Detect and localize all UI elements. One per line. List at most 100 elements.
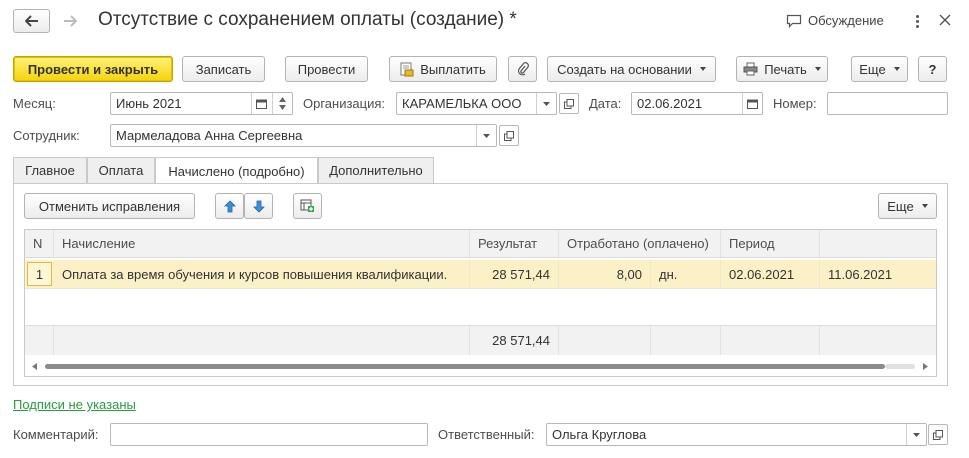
month-label: Месяц:: [13, 96, 56, 111]
stepper-down-icon: [279, 105, 286, 110]
pay-label: Выплатить: [420, 61, 486, 77]
accrual-cell[interactable]: Оплата за время обучения и курсов повыше…: [54, 260, 470, 288]
month-stepper[interactable]: [272, 93, 292, 114]
column-header-period-end[interactable]: [820, 230, 936, 257]
footer-worked-cell: [559, 326, 651, 355]
attach-button[interactable]: [508, 56, 537, 82]
scrollbar-thumb[interactable]: [45, 364, 885, 369]
menu-dots-icon[interactable]: [912, 12, 922, 30]
forward-button[interactable]: [52, 9, 88, 33]
month-field[interactable]: Июнь 2021: [110, 92, 293, 115]
create-based-on-button[interactable]: Создать на основании: [547, 56, 716, 82]
responsible-label: Ответственный:: [438, 427, 535, 442]
discussion-button[interactable]: Обсуждение: [786, 13, 884, 28]
open-form-icon: [933, 429, 943, 440]
unit-cell[interactable]: дн.: [651, 260, 721, 288]
document-money-icon: [400, 62, 414, 76]
row-number-cell[interactable]: 1: [27, 262, 52, 286]
post-and-close-label: Провести и закрыть: [27, 61, 159, 77]
row-number: 1: [35, 266, 44, 282]
responsible-open-button[interactable]: [928, 424, 948, 445]
save-label: Записать: [195, 61, 252, 77]
employee-value: Мармеладова Анна Сергеевна: [116, 128, 303, 143]
save-button[interactable]: Записать: [182, 56, 265, 82]
create-based-on-label: Создать на основании: [557, 61, 692, 77]
open-form-icon: [564, 98, 574, 109]
arrow-down-icon: [252, 200, 265, 213]
scroll-left-icon[interactable]: [32, 363, 37, 370]
help-label: ?: [928, 61, 937, 77]
arrow-right-icon: [64, 15, 77, 27]
close-icon[interactable]: [939, 14, 951, 26]
arrow-left-icon: [24, 15, 38, 27]
tab-additional-label: Дополнительно: [329, 163, 423, 178]
chat-icon: [786, 14, 802, 28]
result-cell[interactable]: 28 571,44: [470, 260, 559, 288]
back-button[interactable]: [13, 9, 50, 33]
footer-accrual-cell: [54, 326, 470, 355]
column-header-worked[interactable]: Отработано (оплачено): [559, 230, 721, 257]
add-from-table-button[interactable]: [293, 193, 322, 219]
signatures-link[interactable]: Подписи не указаны: [13, 397, 136, 412]
post-label: Провести: [297, 61, 356, 77]
period-start-cell[interactable]: 02.06.2021: [721, 260, 820, 288]
help-button[interactable]: ?: [918, 56, 947, 82]
tab-accrued-detailed[interactable]: Начислено (подробно): [155, 157, 318, 184]
date-field[interactable]: 02.06.2021: [631, 92, 763, 115]
tab-main[interactable]: Главное: [13, 157, 87, 183]
column-header-period[interactable]: Период: [721, 230, 820, 257]
calendar-button[interactable]: [251, 93, 271, 114]
responsible-dropdown-button[interactable]: [906, 424, 926, 445]
table-more-label: Еще: [887, 198, 914, 214]
tab-payment-label: Оплата: [98, 163, 144, 178]
organization-dropdown-button[interactable]: [536, 93, 556, 114]
responsible-value: Ольга Круглова: [552, 427, 647, 442]
employee-open-button[interactable]: [499, 125, 519, 146]
organization-field[interactable]: КАРАМЕЛЬКА ООО: [396, 92, 557, 115]
move-down-button[interactable]: [244, 193, 273, 219]
employee-field[interactable]: Мармеладова Анна Сергеевна: [110, 124, 497, 147]
organization-label: Организация:: [303, 96, 386, 111]
organization-open-button[interactable]: [559, 93, 579, 114]
tab-payment[interactable]: Оплата: [87, 157, 155, 183]
cancel-corrections-button[interactable]: Отменить исправления: [24, 193, 195, 219]
column-header-result[interactable]: Результат: [470, 230, 559, 257]
number-field[interactable]: [827, 92, 948, 115]
chevron-down-icon: [913, 432, 920, 437]
row-divider: [25, 288, 936, 289]
move-up-button[interactable]: [215, 193, 244, 219]
open-form-icon: [504, 130, 514, 141]
table-more-button[interactable]: Еще: [878, 193, 937, 219]
employee-dropdown-button[interactable]: [476, 125, 496, 146]
date-calendar-button[interactable]: [742, 93, 762, 114]
scroll-right-icon[interactable]: [923, 363, 928, 370]
more-button[interactable]: Еще: [851, 56, 908, 82]
comment-field[interactable]: [110, 423, 428, 446]
calendar-icon: [747, 99, 758, 109]
tab-additional[interactable]: Дополнительно: [318, 157, 434, 183]
organization-value: КАРАМЕЛЬКА ООО: [402, 96, 522, 111]
post-and-close-button[interactable]: Провести и закрыть: [13, 56, 173, 82]
cancel-corrections-label: Отменить исправления: [38, 198, 181, 214]
responsible-field[interactable]: Ольга Круглова: [546, 423, 927, 446]
comment-label: Комментарий:: [13, 427, 99, 442]
footer-unit-cell: [651, 326, 721, 355]
column-header-accrual[interactable]: Начисление: [54, 230, 470, 257]
footer-result-total: 28 571,44: [470, 326, 559, 355]
tab-main-label: Главное: [25, 163, 75, 178]
horizontal-scrollbar[interactable]: [25, 358, 936, 375]
post-button[interactable]: Провести: [285, 56, 368, 82]
date-label: Дата:: [589, 96, 622, 111]
print-button[interactable]: Печать: [736, 56, 828, 82]
chevron-down-icon: [543, 101, 550, 106]
calendar-icon: [256, 99, 267, 109]
column-header-n[interactable]: N: [25, 230, 54, 257]
number-label: Номер:: [773, 96, 817, 111]
footer-n-cell: [25, 326, 54, 355]
period-end-cell[interactable]: 11.06.2021: [820, 260, 936, 288]
date-value: 02.06.2021: [637, 96, 703, 111]
print-label: Печать: [764, 61, 807, 77]
pay-button[interactable]: Выплатить: [389, 56, 497, 82]
more-label: Еще: [859, 61, 886, 77]
worked-cell[interactable]: 8,00: [559, 260, 651, 288]
